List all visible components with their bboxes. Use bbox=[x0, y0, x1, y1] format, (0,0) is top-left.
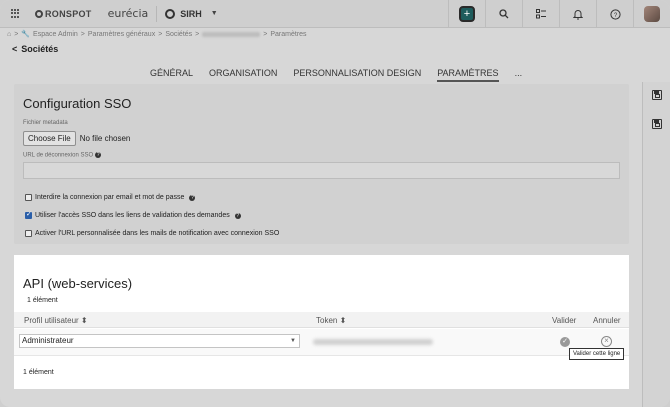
search-button[interactable] bbox=[485, 0, 522, 28]
add-button[interactable]: + bbox=[448, 0, 485, 28]
tab-organisation[interactable]: ORGANISATION bbox=[209, 68, 277, 82]
table-row: Administrateur ▼ ✓ × bbox=[14, 329, 629, 356]
checkbox[interactable] bbox=[25, 210, 32, 219]
checkbox[interactable] bbox=[25, 194, 32, 201]
breadcrumb-item[interactable]: Espace Admin bbox=[33, 31, 78, 38]
help-icon[interactable]: ? bbox=[95, 152, 102, 158]
tab-more[interactable]: ... bbox=[515, 68, 523, 82]
logout-url-label: URL de déconnexion SSO? bbox=[23, 152, 102, 159]
option-sso-validation-links[interactable]: Utiliser l'accès SSO dans les liens de v… bbox=[25, 210, 241, 219]
table-header: Profil utilisateur ⬍ Token ⬍ Valider Ann… bbox=[14, 312, 629, 328]
no-file-text: No file chosen bbox=[79, 134, 131, 143]
item-count: 1 élément bbox=[27, 297, 58, 304]
save-icon[interactable] bbox=[652, 119, 662, 129]
tab-personnalisation-design[interactable]: PERSONNALISATION DESIGN bbox=[293, 68, 421, 82]
sso-title: Configuration SSO bbox=[23, 96, 132, 111]
tabs: GÉNÉRAL ORGANISATION PERSONNALISATION DE… bbox=[150, 68, 522, 82]
breadcrumb: ⌂ > 🔧 Espace Admin > Paramètres généraux… bbox=[7, 30, 307, 39]
app-name: SIRH bbox=[180, 8, 202, 19]
plus-icon: + bbox=[459, 6, 475, 22]
breadcrumb-item[interactable]: Paramètres généraux bbox=[88, 31, 155, 38]
api-title: API (web-services) bbox=[23, 276, 133, 291]
eurecia-logo: eurécia bbox=[107, 7, 149, 20]
save-icon[interactable] bbox=[652, 90, 662, 100]
option-custom-url[interactable]: Activer l'URL personnalisée dans les mai… bbox=[25, 230, 279, 237]
breadcrumb-item: Paramètres bbox=[270, 30, 307, 38]
notifications-button[interactable] bbox=[559, 0, 596, 28]
wrench-icon: 🔧 bbox=[21, 31, 31, 38]
tasks-button[interactable] bbox=[522, 0, 559, 28]
chevron-left-icon: < bbox=[12, 44, 18, 54]
chevron-down-icon: ▼ bbox=[290, 338, 296, 344]
app-switcher[interactable]: SIRH ▼ bbox=[165, 8, 218, 19]
sirh-icon bbox=[165, 8, 176, 19]
top-bar: RONSPOT eurécia SIRH ▼ + ? bbox=[0, 0, 670, 28]
tab-parametres[interactable]: PARAMÈTRES bbox=[437, 68, 499, 82]
home-icon[interactable]: ⌂ bbox=[7, 31, 11, 38]
top-actions: + ? bbox=[448, 0, 670, 28]
apps-grid-icon[interactable] bbox=[11, 8, 21, 19]
option-disable-email-login[interactable]: Interdire la connexion par email et mot … bbox=[25, 194, 196, 201]
help-circle-icon: ? bbox=[609, 8, 621, 20]
column-header-token[interactable]: Token ⬍ bbox=[316, 316, 346, 325]
tooltip: Valider cette ligne bbox=[569, 348, 625, 360]
page-title[interactable]: < Sociétés bbox=[12, 44, 58, 54]
avatar bbox=[644, 6, 660, 22]
help-button[interactable]: ? bbox=[596, 0, 633, 28]
token-value-redacted bbox=[313, 339, 433, 345]
tab-general[interactable]: GÉNÉRAL bbox=[150, 68, 193, 82]
chevron-down-icon: ▼ bbox=[210, 10, 218, 17]
logout-url-input[interactable] bbox=[23, 162, 620, 179]
search-icon bbox=[499, 9, 509, 19]
validate-icon[interactable]: ✓ bbox=[560, 337, 570, 347]
api-card: API (web-services) 1 élément Profil util… bbox=[14, 255, 629, 389]
brand-logo: RONSPOT bbox=[35, 9, 92, 19]
profile-button[interactable] bbox=[633, 0, 670, 28]
brand-circle-icon bbox=[35, 9, 43, 18]
breadcrumb-item-redacted[interactable] bbox=[202, 31, 261, 37]
metadata-label: Fichier metadata bbox=[23, 120, 68, 126]
column-header-validate: Valider bbox=[552, 316, 577, 325]
column-header-cancel: Annuler bbox=[593, 316, 621, 325]
checklist-icon bbox=[535, 9, 546, 19]
metadata-file-row: Choose File No file chosen bbox=[23, 131, 130, 146]
column-header-profile[interactable]: Profil utilisateur ⬍ bbox=[24, 316, 88, 325]
bell-icon bbox=[573, 9, 583, 19]
breadcrumb-item[interactable]: Sociétés bbox=[165, 31, 192, 38]
help-icon[interactable]: ? bbox=[234, 212, 241, 219]
checkbox[interactable] bbox=[25, 230, 32, 237]
right-rail bbox=[642, 82, 670, 407]
help-icon[interactable]: ? bbox=[189, 194, 196, 201]
sso-config-card: Configuration SSO Fichier metadata Choos… bbox=[14, 84, 629, 244]
choose-file-button[interactable]: Choose File bbox=[23, 131, 76, 146]
profile-select[interactable]: Administrateur ▼ bbox=[19, 334, 300, 348]
svg-text:?: ? bbox=[613, 13, 617, 19]
window: RONSPOT eurécia SIRH ▼ + ? ⌂ > 🔧 Espace … bbox=[0, 0, 670, 407]
item-count-footer: 1 élément bbox=[23, 369, 54, 376]
cancel-icon[interactable]: × bbox=[601, 336, 612, 347]
